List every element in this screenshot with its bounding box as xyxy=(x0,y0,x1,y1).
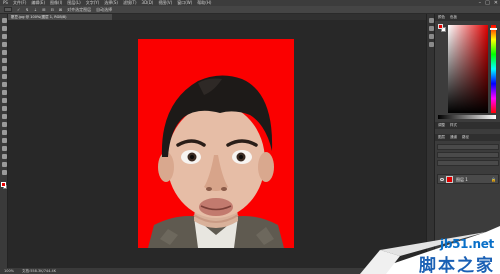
watermark: jb51.net 脚本之家 xyxy=(360,226,500,274)
dodge-tool-icon[interactable] xyxy=(1,122,7,127)
brush-tool-icon[interactable] xyxy=(1,74,7,79)
path-select-tool-icon[interactable] xyxy=(1,146,7,151)
hue-slider-handle[interactable] xyxy=(490,28,497,30)
color-panel-swatches xyxy=(438,24,446,32)
character-panel-icon[interactable] xyxy=(428,34,434,39)
tab-layers[interactable]: 图层 xyxy=(438,135,445,140)
move-tool-icon[interactable] xyxy=(1,18,7,23)
crop-tool-icon[interactable] xyxy=(1,50,7,55)
option-distribute-icon[interactable]: ⇣ xyxy=(34,7,37,12)
photoshop-window: PS 文件(F) 编辑(E) 图像(I) 图层(L) 文字(Y) 选择(S) 滤… xyxy=(0,0,500,274)
tool-preset-picker[interactable] xyxy=(4,7,12,12)
pen-tool-icon[interactable] xyxy=(1,130,7,135)
zoom-tool-icon[interactable] xyxy=(1,170,7,175)
tab-adjustments[interactable]: 调整 xyxy=(438,123,445,128)
type-tool-icon[interactable] xyxy=(1,138,7,143)
blur-tool-icon[interactable] xyxy=(1,114,7,119)
marquee-tool-icon[interactable] xyxy=(1,26,7,31)
clone-stamp-tool-icon[interactable] xyxy=(1,82,7,87)
photo-portrait[interactable] xyxy=(138,39,294,248)
paragraph-panel-icon[interactable] xyxy=(428,42,434,47)
tab-swatches[interactable]: 色板 xyxy=(450,15,457,20)
layer-name[interactable]: 图层 1 xyxy=(456,177,468,183)
blend-mode-row[interactable] xyxy=(437,152,499,158)
options-bar: ✓ ↯ ⇣ ⊞ ⊟ ⊠ 对齐选定图层 自动选择 xyxy=(0,6,500,14)
eyedropper-tool-icon[interactable] xyxy=(1,58,7,63)
document-info[interactable]: 文档:558.3K/744.4K xyxy=(22,269,56,274)
grayscale-ramp[interactable] xyxy=(438,115,496,119)
foreground-color-swatch[interactable] xyxy=(1,182,6,187)
watermark-site-name: 脚本之家 xyxy=(419,256,495,274)
portrait-image xyxy=(138,39,294,248)
hand-tool-icon[interactable] xyxy=(1,162,7,167)
gradient-tool-icon[interactable] xyxy=(1,106,7,111)
layer-item[interactable]: 图层 1 🔒 xyxy=(437,174,499,184)
eraser-tool-icon[interactable] xyxy=(1,98,7,103)
lasso-tool-icon[interactable] xyxy=(1,34,7,39)
option-grid-icon[interactable]: ⊞ xyxy=(42,7,45,12)
layer-filter-row[interactable] xyxy=(437,144,499,150)
layer-thumbnail xyxy=(446,176,453,183)
option-align-label[interactable]: 对齐选定图层 xyxy=(67,7,91,13)
zoom-level[interactable]: 100% xyxy=(4,269,14,273)
option-check-icon[interactable]: ✓ xyxy=(17,7,20,12)
quick-select-tool-icon[interactable] xyxy=(1,42,7,47)
panel-foreground-swatch[interactable] xyxy=(438,24,443,29)
healing-brush-tool-icon[interactable] xyxy=(1,66,7,71)
adjustments-panel-tabs: 调整 样式 xyxy=(435,122,500,129)
lock-fill-row[interactable] xyxy=(437,160,499,166)
option-autoselect-label[interactable]: 自动选择 xyxy=(96,7,112,13)
layer-visibility-eye-icon[interactable] xyxy=(440,178,444,181)
option-grid2-icon[interactable]: ⊟ xyxy=(50,7,53,12)
history-brush-tool-icon[interactable] xyxy=(1,90,7,95)
lock-icon: 🔒 xyxy=(491,177,496,182)
tab-color[interactable]: 颜色 xyxy=(438,15,445,20)
shape-tool-icon[interactable] xyxy=(1,154,7,159)
watermark-url: jb51.net xyxy=(440,237,494,251)
history-panel-icon[interactable] xyxy=(428,18,434,23)
tools-panel xyxy=(0,14,8,268)
tab-paths[interactable]: 路径 xyxy=(462,135,469,140)
tab-channels[interactable]: 通道 xyxy=(450,135,457,140)
tab-styles[interactable]: 样式 xyxy=(450,123,457,128)
color-picker-field[interactable] xyxy=(448,25,488,113)
hue-slider[interactable] xyxy=(491,25,496,113)
color-panel-tabs: 颜色 色板 xyxy=(435,14,500,21)
option-align-icon[interactable]: ↯ xyxy=(25,7,28,12)
properties-panel-icon[interactable] xyxy=(428,26,434,31)
option-grid3-icon[interactable]: ⊠ xyxy=(59,7,62,12)
layers-panel-tabs: 图层 通道 路径 xyxy=(435,134,500,141)
